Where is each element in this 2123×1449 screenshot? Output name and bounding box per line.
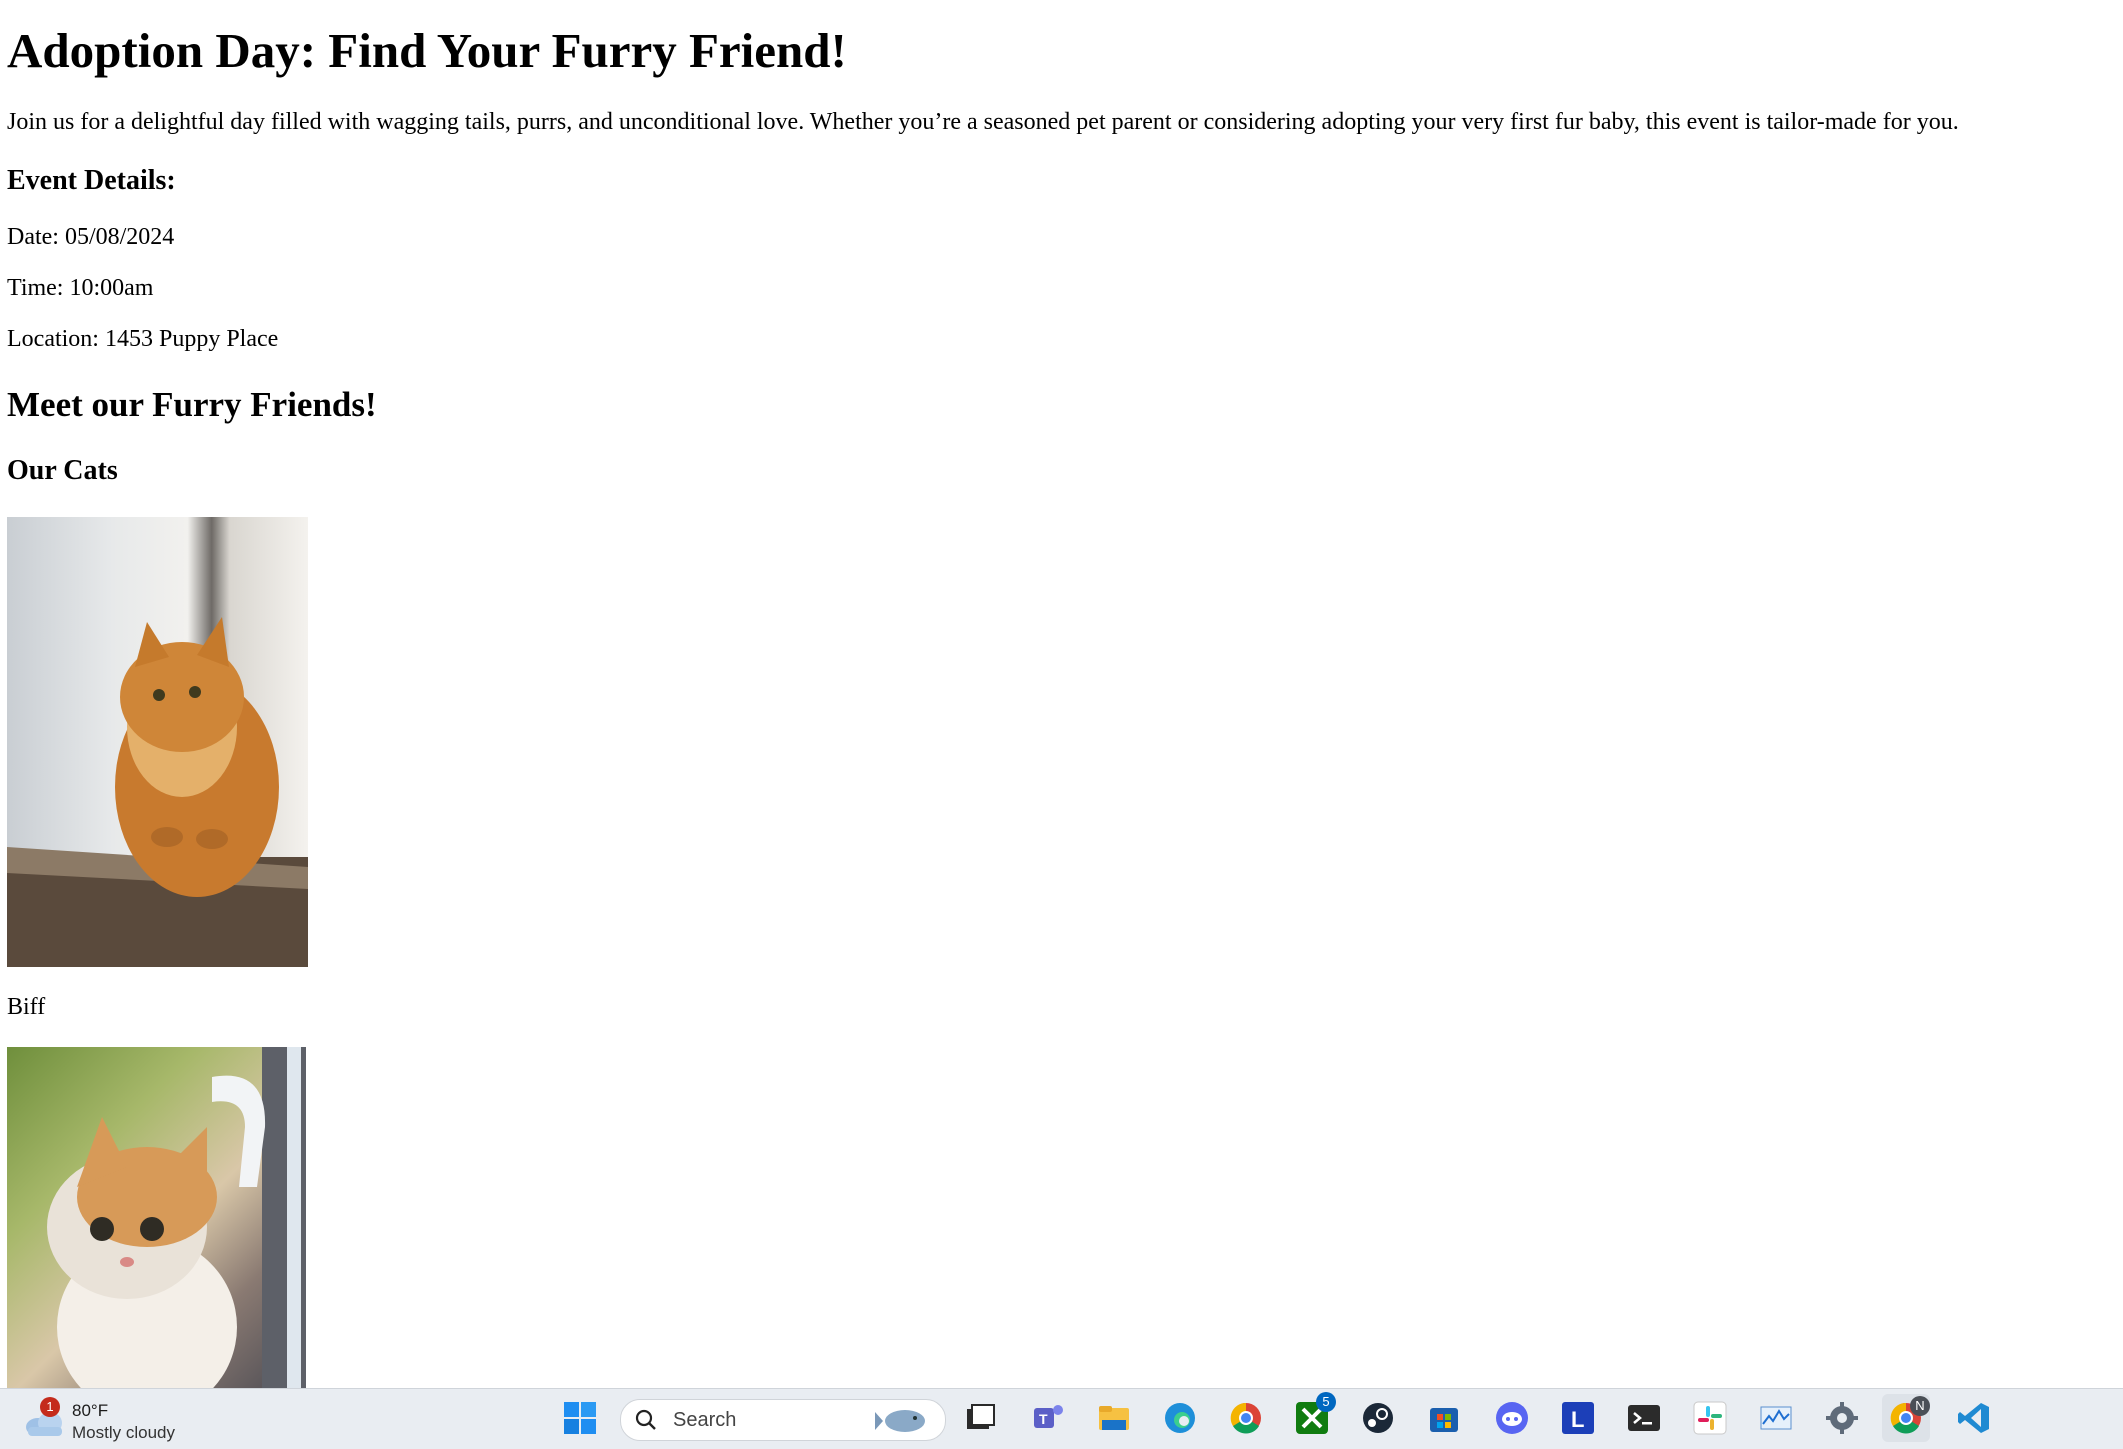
vscode-icon[interactable]: [1956, 1400, 1992, 1436]
cat-photo-2: [7, 1047, 306, 1388]
search-placeholder: Search: [673, 1409, 737, 1431]
weather-temp: 80°F: [72, 1401, 109, 1420]
meet-friends-heading: Meet our Furry Friends!: [7, 385, 377, 424]
event-details-heading: Event Details:: [7, 165, 176, 196]
chrome-profile-app[interactable]: N: [1882, 1394, 1930, 1442]
cat-name-label: Biff: [7, 994, 46, 1020]
settings-icon[interactable]: [1824, 1400, 1860, 1436]
svg-text:L: L: [1571, 1407, 1584, 1432]
weather-widget[interactable]: 1 80°F Mostly cloudy: [20, 1397, 190, 1445]
performance-monitor-icon[interactable]: [1758, 1400, 1794, 1436]
teams-icon[interactable]: T: [1030, 1400, 1066, 1436]
weather-alert-badge: 1: [40, 1397, 60, 1417]
our-cats-heading: Our Cats: [7, 455, 118, 486]
store-icon[interactable]: [1426, 1400, 1462, 1436]
steam-icon[interactable]: [1360, 1400, 1396, 1436]
weather-condition: Mostly cloudy: [72, 1423, 175, 1442]
svg-text:T: T: [1039, 1411, 1048, 1427]
taskbar-search-box[interactable]: Search: [620, 1399, 946, 1441]
web-page: Adoption Day: Find Your Furry Friend! Jo…: [0, 0, 2123, 1388]
file-explorer-icon[interactable]: [1096, 1400, 1132, 1436]
page-title: Adoption Day: Find Your Furry Friend!: [7, 23, 847, 78]
task-view-icon[interactable]: [962, 1400, 998, 1436]
taskbar: 1 80°F Mostly cloudy Search T 5 L N: [0, 1388, 2123, 1449]
xbox-notification-badge: 5: [1316, 1392, 1336, 1412]
event-date: Date: 05/08/2024: [7, 224, 175, 250]
search-highlight-icon: [875, 1410, 925, 1432]
start-icon[interactable]: [562, 1400, 598, 1436]
chrome-profile-badge: N: [1910, 1396, 1930, 1416]
event-time: Time: 10:00am: [7, 275, 154, 301]
chrome-icon[interactable]: [1228, 1400, 1264, 1436]
event-location: Location: 1453 Puppy Place: [7, 326, 279, 352]
search-icon: [635, 1409, 656, 1430]
discord-icon[interactable]: [1494, 1400, 1530, 1436]
slack-icon[interactable]: [1692, 1400, 1728, 1436]
l-app-icon[interactable]: L: [1560, 1400, 1596, 1436]
intro-paragraph: Join us for a delightful day filled with…: [7, 109, 1959, 135]
edge-icon[interactable]: [1162, 1400, 1198, 1436]
cat-photo-biff: [7, 517, 308, 967]
xbox-app[interactable]: 5: [1294, 1392, 1336, 1436]
terminal-icon[interactable]: [1626, 1400, 1662, 1436]
